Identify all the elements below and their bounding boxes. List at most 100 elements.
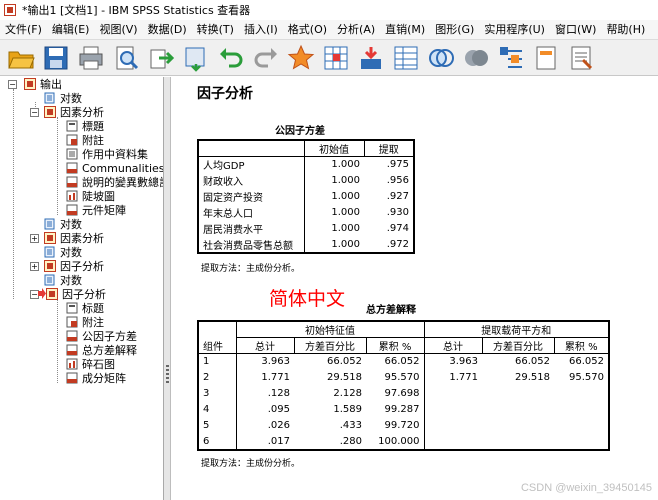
tree-root-output[interactable]: 输出 <box>24 77 63 91</box>
table-icon <box>66 162 78 174</box>
menu-direct-marketing[interactable]: 直销(M) <box>380 20 430 39</box>
total-variance-table[interactable]: 组件 初始特征值 提取载荷平方和 总计 方差百分比 累积 % 总计 方差百分比 … <box>197 320 610 451</box>
print-icon[interactable] <box>76 43 106 73</box>
tree-item-scree-plot-2[interactable]: 碎石图 <box>66 357 116 371</box>
table-row: 固定资产投资 1.000 .927 <box>198 188 414 205</box>
show-all-icon[interactable] <box>461 43 491 73</box>
table-row: 2 1.771 29.518 95.570 1.771 29.518 95.57… <box>198 369 609 386</box>
output-viewer-pane: 因子分析 公因子方差 初始值 提取 人均GDP 1.000 .975 财政收入 … <box>172 77 658 500</box>
tree-factor-analysis-1[interactable]: 因素分析 <box>44 105 105 119</box>
log-icon <box>44 92 55 104</box>
menu-analyze[interactable]: 分析(A) <box>332 20 380 39</box>
spss-app-icon <box>4 4 16 16</box>
table-row: 5 .026 .433 99.720 <box>198 417 609 434</box>
factor2-expand-toggle[interactable]: + <box>30 234 39 243</box>
root-collapse-toggle[interactable]: − <box>8 80 17 89</box>
output-book-icon <box>44 260 56 272</box>
tree-item-title[interactable]: 標題 <box>66 119 105 133</box>
output-book-icon <box>46 288 58 300</box>
tree-log-2[interactable]: 对数 <box>44 217 83 231</box>
table-icon <box>66 372 78 384</box>
table-icon <box>66 330 78 342</box>
print-preview-icon[interactable] <box>111 43 141 73</box>
col-header-extraction: 提取 <box>363 140 414 157</box>
chart-icon <box>66 190 78 202</box>
menu-utilities[interactable]: 实用程序(U) <box>479 20 550 39</box>
col-header-component: 组件 <box>198 321 236 354</box>
table-row: 3 .128 2.128 97.698 <box>198 385 609 402</box>
recall-dialog-icon[interactable] <box>181 43 211 73</box>
menu-window[interactable]: 窗口(W) <box>550 20 601 39</box>
communalities-title: 公因子方差 <box>275 126 325 137</box>
tree-item-title-2[interactable]: 标题 <box>66 301 105 315</box>
goto-data-icon[interactable] <box>286 43 316 73</box>
title-icon <box>66 302 78 314</box>
annotation-label: 简体中文 <box>269 288 346 310</box>
total-variance-title: 总方差解释 <box>366 305 416 316</box>
tree-item-notes[interactable]: 附註 <box>66 133 105 147</box>
menu-insert[interactable]: 插入(I) <box>239 20 283 39</box>
table-row: 6 .017 .280 100.000 <box>198 433 609 450</box>
menu-graphs[interactable]: 图形(G) <box>430 20 479 39</box>
text-output-icon <box>66 148 78 160</box>
open-icon[interactable] <box>6 43 36 73</box>
menu-data[interactable]: 数据(D) <box>143 20 192 39</box>
tree-item-notes-2[interactable]: 附注 <box>66 315 105 329</box>
outline-pane: − 输出 对数 − 因素分析 標題 附註 作用中資料集 Communalitie… <box>0 77 164 500</box>
insert-heading-icon[interactable] <box>496 43 526 73</box>
notes-icon <box>66 134 78 146</box>
menu-view[interactable]: 视图(V) <box>94 20 142 39</box>
tree-log-4[interactable]: 对数 <box>44 273 83 287</box>
communalities-table[interactable]: 初始值 提取 人均GDP 1.000 .975 财政收入 1.000 .956 … <box>197 139 415 254</box>
table-row: 人均GDP 1.000 .975 <box>198 156 414 173</box>
pane-splitter[interactable] <box>164 77 171 500</box>
tree-item-component-matrix[interactable]: 元件矩陣 <box>66 203 127 217</box>
menu-transform[interactable]: 转换(T) <box>192 20 239 39</box>
tree-item-total-variance[interactable]: 說明的變異數總計 <box>66 175 163 189</box>
watermark: CSDN @weixin_39450145 <box>520 482 652 494</box>
insert-title-icon[interactable] <box>531 43 561 73</box>
insert-text-icon[interactable] <box>566 43 596 73</box>
tree-factor-analysis-2[interactable]: 因素分析 <box>44 231 105 245</box>
tree-factor-analysis-4[interactable]: 因子分析 <box>46 286 107 302</box>
designate-window-icon[interactable] <box>426 43 456 73</box>
tree-item-active-dataset[interactable]: 作用中資料集 <box>66 147 149 161</box>
export-icon[interactable] <box>146 43 176 73</box>
chart-icon <box>66 358 78 370</box>
goto-case-icon[interactable] <box>321 43 351 73</box>
tree-item-total-variance-2[interactable]: 总方差解释 <box>66 343 138 357</box>
table-row: 1 3.963 66.052 66.052 3.963 66.052 66.05… <box>198 353 609 370</box>
tree-item-communalities-2[interactable]: 公因子方差 <box>66 329 138 343</box>
table-icon <box>66 176 78 188</box>
table-row: 年末总人口 1.000 .930 <box>198 204 414 221</box>
save-icon[interactable] <box>41 43 71 73</box>
title-icon <box>66 120 78 132</box>
redo-icon[interactable] <box>251 43 281 73</box>
output-book-icon <box>24 78 36 90</box>
menu-bar: 文件(F) 编辑(E) 视图(V) 数据(D) 转换(T) 插入(I) 格式(O… <box>0 20 658 40</box>
table-row: 社会消费品零售总额 1.000 .972 <box>203 236 409 253</box>
output-book-icon <box>44 232 56 244</box>
menu-file[interactable]: 文件(F) <box>0 20 47 39</box>
goto-variable-icon[interactable] <box>356 43 386 73</box>
factor3-expand-toggle[interactable]: + <box>30 262 39 271</box>
table-row: 居民消费水平 1.000 .974 <box>198 220 414 237</box>
factor1-collapse-toggle[interactable]: − <box>30 108 39 117</box>
total-variance-footnote: 提取方法：主成份分析。 <box>201 459 301 469</box>
undo-icon[interactable] <box>216 43 246 73</box>
log-icon <box>44 218 55 230</box>
tree-log-3[interactable]: 对数 <box>44 245 83 259</box>
tree-item-component-matrix-2[interactable]: 成分矩阵 <box>66 371 127 385</box>
communalities-footnote: 提取方法：主成份分析。 <box>201 264 301 274</box>
log-icon <box>44 246 55 258</box>
menu-edit[interactable]: 编辑(E) <box>47 20 95 39</box>
col-header-extraction-sums: 提取载荷平方和 <box>423 321 609 338</box>
menu-help[interactable]: 帮助(H) <box>601 20 650 39</box>
window-title: *输出1 [文档1] - IBM SPSS Statistics 查看器 <box>22 4 251 17</box>
tree-item-communalities[interactable]: Communalities <box>66 161 163 175</box>
variables-icon[interactable] <box>391 43 421 73</box>
tree-item-scree-plot[interactable]: 陡坡圖 <box>66 189 116 203</box>
menu-format[interactable]: 格式(O) <box>283 20 332 39</box>
tree-factor-analysis-3[interactable]: 因子分析 <box>44 259 105 273</box>
tree-log-1[interactable]: 对数 <box>44 91 83 105</box>
